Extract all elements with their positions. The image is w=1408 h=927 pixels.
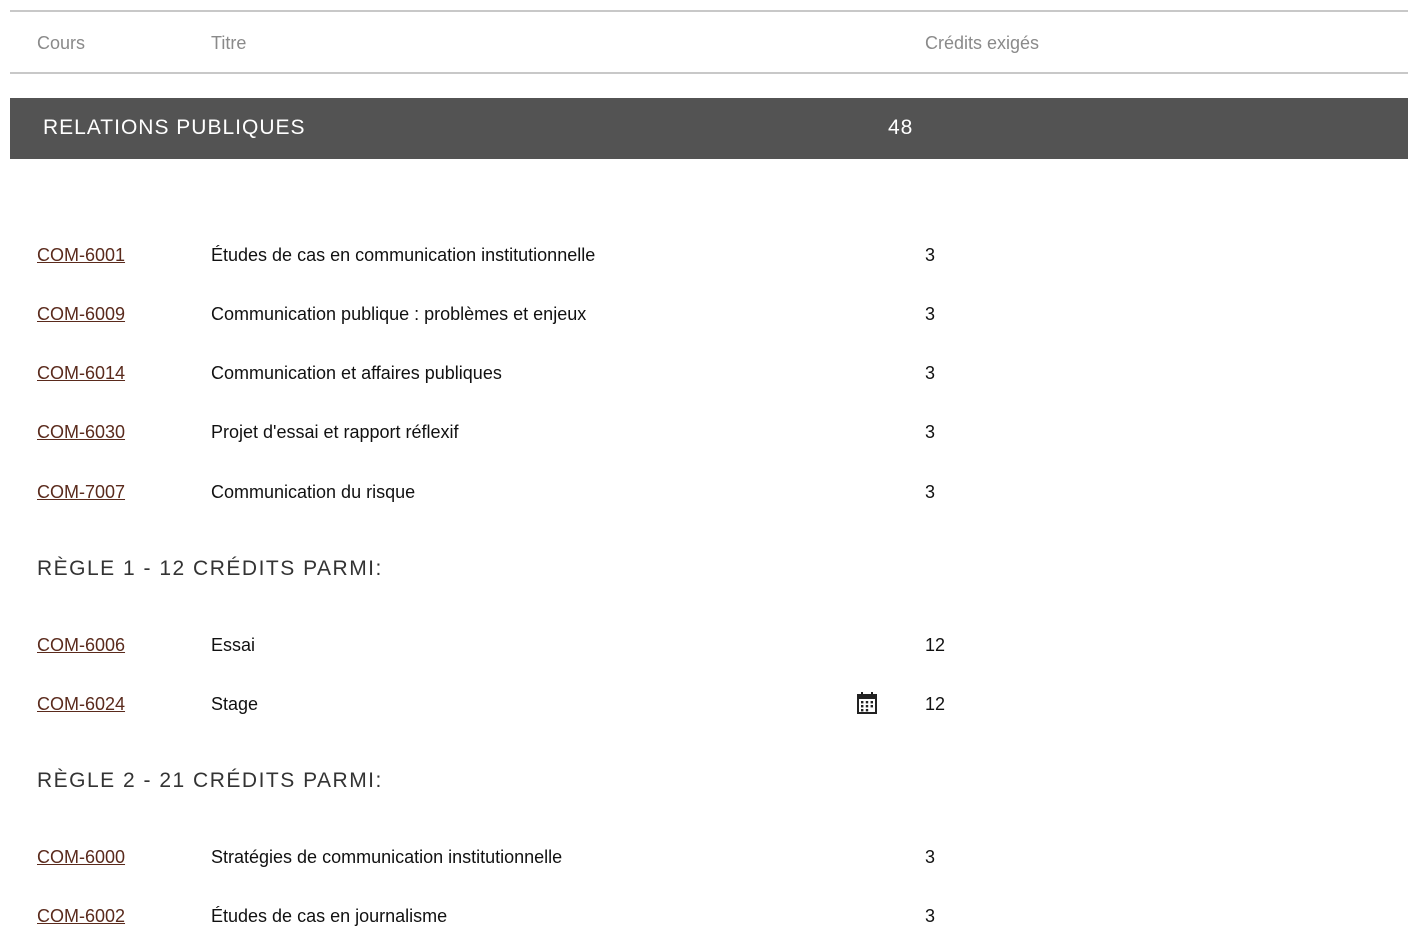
course-row: COM-6006 Essai 12 (0, 634, 1408, 656)
course-row: COM-6030 Projet d'essai et rapport réfle… (0, 421, 1408, 443)
section-title: RELATIONS PUBLIQUES (43, 116, 306, 139)
course-row: COM-6009 Communication publique : problè… (0, 303, 1408, 325)
rule-heading: RÈGLE 2 - 21 CRÉDITS PARMI: (37, 769, 383, 792)
course-title: Communication et affaires publiques (211, 363, 502, 383)
course-code-link[interactable]: COM-6001 (37, 244, 125, 266)
course-row: COM-6000 Stratégies de communication ins… (0, 846, 1408, 868)
course-title: Essai (211, 635, 256, 655)
course-credits: 3 (925, 363, 936, 383)
course-title: Communication publique : problèmes et en… (211, 304, 587, 324)
course-row: COM-7007 Communication du risque 3 (0, 481, 1408, 503)
section-credits: 48 (888, 116, 914, 139)
course-title: Stage (211, 694, 259, 714)
course-row: COM-6001 Études de cas en communication … (0, 244, 1408, 266)
course-code-link[interactable]: COM-6030 (37, 421, 125, 443)
course-title: Stratégies de communication institutionn… (211, 847, 563, 867)
course-credits: 3 (925, 245, 936, 265)
column-header-titre: Titre (211, 33, 247, 53)
course-title: Études de cas en journalisme (211, 906, 448, 926)
course-title: Projet d'essai et rapport réflexif (211, 422, 459, 442)
course-credits: 3 (925, 422, 936, 442)
course-credits: 12 (925, 635, 946, 655)
course-code-link[interactable]: COM-6024 (37, 693, 125, 715)
section-header-bar: RELATIONS PUBLIQUES 48 (10, 98, 1408, 159)
course-credits: 3 (925, 482, 936, 502)
column-header-cours: Cours (37, 33, 86, 53)
course-code-link[interactable]: COM-6014 (37, 362, 125, 384)
course-code-link[interactable]: COM-7007 (37, 481, 125, 503)
course-code-link[interactable]: COM-6006 (37, 634, 125, 656)
table-header: Cours Titre Crédits exigés (10, 10, 1408, 74)
course-credits: 3 (925, 847, 936, 867)
course-code-link[interactable]: COM-6009 (37, 303, 125, 325)
course-code-link[interactable]: COM-6002 (37, 905, 125, 927)
program-page: Cours Titre Crédits exigés RELATIONS PUB… (0, 0, 1408, 927)
course-credits: 3 (925, 304, 936, 324)
calendar-icon[interactable] (856, 691, 878, 715)
course-code-link[interactable]: COM-6000 (37, 846, 125, 868)
course-row: COM-6024 Stage 12 (0, 691, 1408, 715)
course-row: COM-6002 Études de cas en journalisme 3 (0, 905, 1408, 927)
column-header-credits: Crédits exigés (925, 33, 1040, 53)
course-title: Communication du risque (211, 482, 416, 502)
course-credits: 12 (925, 694, 946, 714)
course-row: COM-6014 Communication et affaires publi… (0, 362, 1408, 384)
course-title: Études de cas en communication instituti… (211, 245, 596, 265)
rule-heading: RÈGLE 1 - 12 CRÉDITS PARMI: (37, 557, 383, 580)
course-credits: 3 (925, 906, 936, 926)
